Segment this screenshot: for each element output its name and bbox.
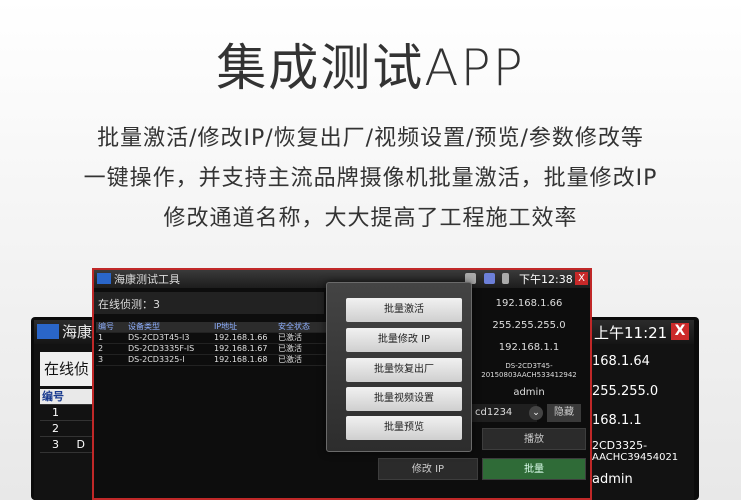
cell-number: 3: [98, 355, 104, 364]
back-ip: 168.1.64: [592, 354, 650, 369]
table-row[interactable]: 3 D: [40, 437, 100, 453]
serial-line-2: 20150803AACH533412942: [481, 371, 577, 379]
serial-line-1: DS-2CD3T45-: [505, 362, 553, 370]
hide-password-button[interactable]: 隐藏: [547, 404, 581, 422]
app-logo-icon: [97, 273, 111, 284]
cell-type: DS-2CD3335F-IS: [128, 344, 195, 353]
batch-button[interactable]: 批量: [482, 458, 586, 480]
cell-status: 已激活: [278, 344, 302, 353]
cell-type: DS-2CD3T45-I3: [128, 333, 190, 342]
cell-type: DS-2CD3325-I: [128, 355, 185, 364]
front-device-title: 海康测试工具: [114, 273, 180, 286]
row-number: 3: [52, 438, 59, 451]
cell-number: 2: [98, 344, 104, 353]
cell-status: 已激活: [278, 355, 302, 364]
back-gateway: 168.1.1: [592, 413, 642, 428]
mask-value[interactable]: 255.255.255.0: [470, 320, 588, 331]
table-header: 编号 设备类型 IP地址 安全状态: [96, 322, 327, 333]
description-line-3: 修改通道名称，大大提高了工程施工效率: [163, 206, 578, 231]
back-device-table: 编号 1 2 3 D: [40, 389, 100, 453]
gateway-value[interactable]: 192.168.1.1: [470, 342, 588, 353]
table-row[interactable]: 1 DS-2CD3T45-I3 192.168.1.66 已激活: [96, 333, 327, 344]
play-button[interactable]: 播放: [482, 428, 586, 450]
cell-ip: 192.168.1.68: [214, 355, 268, 364]
cell-ip: 192.168.1.66: [214, 333, 268, 342]
modify-ip-button[interactable]: 修改 IP: [378, 458, 478, 480]
cell-number: 1: [98, 333, 104, 342]
app-logo-icon: [37, 324, 59, 339]
col-type: 设备类型: [128, 322, 160, 331]
col-ip: IP地址: [214, 322, 238, 331]
back-serial-2: AACHC39454021: [592, 452, 679, 463]
col-status: 安全状态: [278, 322, 310, 331]
back-device-title: 海康: [62, 323, 93, 341]
description-line-2: 一键操作，并支持主流品牌摄像机批量激活，批量修改IP: [83, 166, 658, 191]
back-table-header: 编号: [40, 389, 100, 405]
cell-ip: 192.168.1.67: [214, 344, 268, 353]
menu-batch-video-settings[interactable]: 批量视频设置: [346, 387, 462, 411]
back-close-icon[interactable]: X: [671, 323, 689, 340]
menu-batch-factory-reset[interactable]: 批量恢复出厂: [346, 358, 462, 382]
table-row[interactable]: 2: [40, 421, 100, 437]
online-count: 在线侦测：3: [98, 298, 160, 311]
col-number: 编号: [98, 322, 114, 331]
menu-batch-modify-ip[interactable]: 批量修改 IP: [346, 328, 462, 352]
device-table: 编号 设备类型 IP地址 安全状态 1 DS-2CD3T45-I3 192.16…: [96, 322, 327, 366]
headline: 集成测试APP: [216, 39, 525, 97]
back-device-time: 上午11:21: [594, 324, 668, 342]
signal-icon: [502, 273, 509, 284]
description-line-1: 批量激活/修改IP/恢复出厂/视频设置/预览/参数修改等: [97, 126, 644, 151]
back-serial-1: 2CD3325-: [592, 439, 648, 452]
row-type-fragment: D: [76, 438, 85, 451]
cell-status: 已激活: [278, 333, 302, 342]
network-icon: [484, 273, 495, 284]
menu-batch-preview[interactable]: 批量预览: [346, 416, 462, 440]
user-value[interactable]: admin: [470, 387, 588, 398]
back-mask: 255.255.0: [592, 384, 659, 399]
menu-batch-activate[interactable]: 批量激活: [346, 298, 462, 322]
table-row[interactable]: 1: [40, 405, 100, 421]
table-row[interactable]: 3 DS-2CD3325-I 192.168.1.68 已激活: [96, 355, 327, 366]
table-row[interactable]: 2 DS-2CD3335F-IS 192.168.1.67 已激活: [96, 344, 327, 355]
front-device-time: 下午12:38: [519, 273, 573, 286]
back-user: admin: [592, 472, 633, 487]
ip-value[interactable]: 192.168.1.66: [470, 298, 588, 309]
chevron-down-icon[interactable]: ⌄: [529, 406, 543, 420]
front-close-icon[interactable]: X: [575, 272, 588, 285]
password-field[interactable]: cd1234: [471, 404, 537, 422]
